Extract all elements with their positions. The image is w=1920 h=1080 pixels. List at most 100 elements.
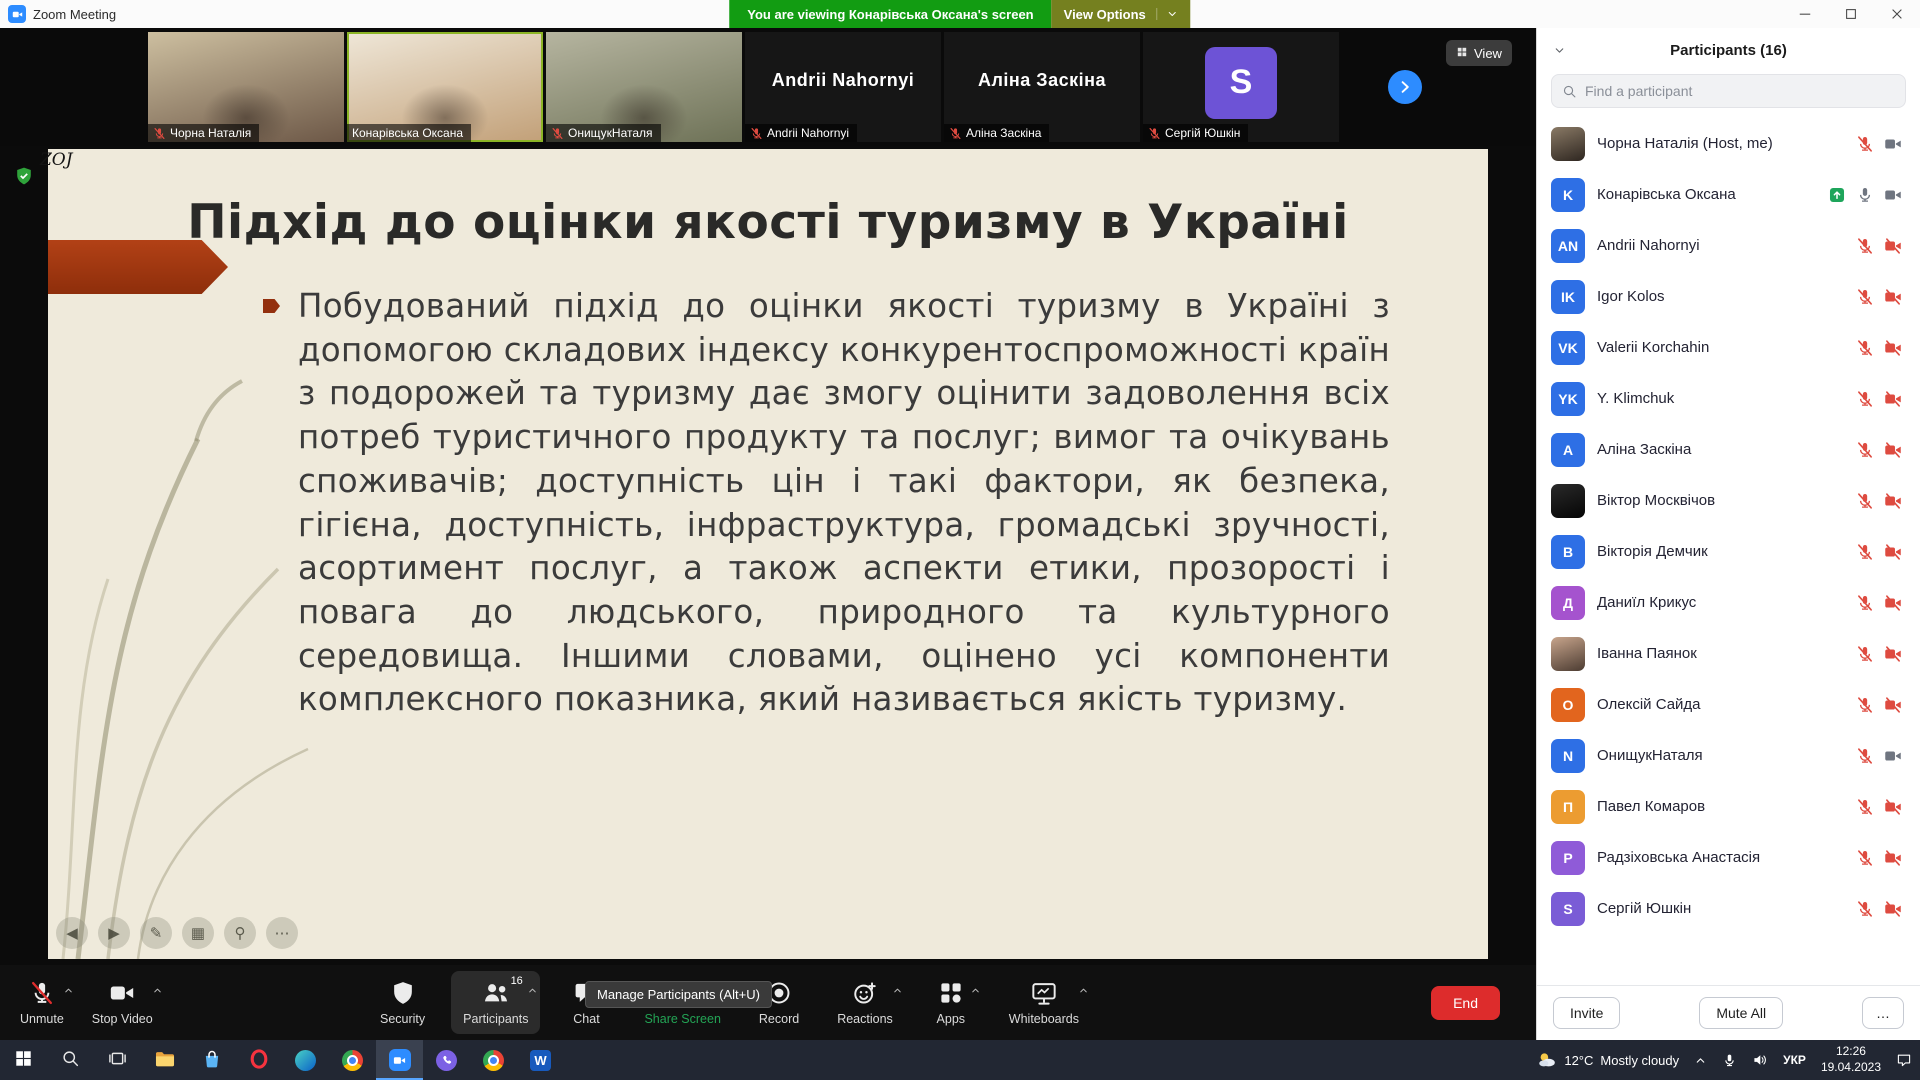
maximize-button[interactable] bbox=[1828, 0, 1874, 28]
weather-icon bbox=[1537, 1050, 1557, 1070]
video-tile[interactable]: Конарівська Оксана bbox=[347, 32, 543, 142]
taskbar-browser-button[interactable] bbox=[470, 1040, 517, 1080]
participant-status-icons bbox=[1856, 390, 1902, 408]
participant-avatar: S bbox=[1205, 47, 1277, 119]
participant-row[interactable]: ANAndrii Nahornyi bbox=[1537, 220, 1920, 271]
viewing-screen-banner-text: You are viewing Конарівська Оксана's scr… bbox=[729, 0, 1051, 28]
collapse-panel-chevron-icon[interactable] bbox=[1553, 44, 1566, 57]
weather-widget[interactable]: 12°C Mostly cloudy bbox=[1537, 1050, 1679, 1070]
search-input[interactable] bbox=[1585, 83, 1895, 99]
participant-search[interactable] bbox=[1551, 74, 1906, 108]
taskbar-file-explorer-button[interactable] bbox=[141, 1040, 188, 1080]
toolbar-stop-video-button[interactable]: Stop Video bbox=[80, 971, 165, 1034]
participant-row[interactable]: ДДаниїл Крикус bbox=[1537, 577, 1920, 628]
taskbar-chrome-button[interactable] bbox=[329, 1040, 376, 1080]
video-tile[interactable]: ОнищукНаталя bbox=[546, 32, 742, 142]
participant-name: Сергій Юшкін bbox=[1597, 900, 1844, 917]
chevron-up-icon[interactable] bbox=[152, 985, 163, 996]
participant-row[interactable]: AАліна Заскіна bbox=[1537, 424, 1920, 475]
toolbar-reactions-button[interactable]: Reactions bbox=[825, 971, 905, 1034]
taskbar-apps: W bbox=[0, 1040, 564, 1080]
presentation-control-draw[interactable]: ✎ bbox=[140, 917, 172, 949]
mic-muted-icon bbox=[1856, 594, 1874, 612]
whiteboard-icon bbox=[1031, 980, 1057, 1006]
participant-row[interactable]: PРадзіховська Анастасія bbox=[1537, 832, 1920, 883]
tray-speaker-icon[interactable] bbox=[1752, 1052, 1768, 1068]
tray-mic-icon[interactable] bbox=[1722, 1053, 1737, 1068]
chevron-up-icon[interactable] bbox=[63, 985, 74, 996]
toolbar-apps-button[interactable]: Apps bbox=[919, 971, 983, 1034]
toolbar-unmute-button[interactable]: Unmute bbox=[8, 971, 76, 1034]
video-tile[interactable]: Чорна Наталія bbox=[148, 32, 344, 142]
view-button-label: View bbox=[1474, 46, 1502, 61]
participant-row[interactable]: Віктор Москвічов bbox=[1537, 475, 1920, 526]
participant-avatar bbox=[1551, 127, 1585, 161]
participant-avatar: B bbox=[1551, 535, 1585, 569]
invite-button[interactable]: Invite bbox=[1553, 997, 1620, 1029]
participant-row[interactable]: VKValerii Korchahin bbox=[1537, 322, 1920, 373]
participant-row[interactable]: Іванна Паянок bbox=[1537, 628, 1920, 679]
presentation-control-slides[interactable]: ▦ bbox=[182, 917, 214, 949]
close-button[interactable] bbox=[1874, 0, 1920, 28]
participant-row[interactable]: BВікторія Демчик bbox=[1537, 526, 1920, 577]
participant-row[interactable]: ППавел Комаров bbox=[1537, 781, 1920, 832]
taskbar-store-button[interactable] bbox=[188, 1040, 235, 1080]
end-meeting-button[interactable]: End bbox=[1431, 986, 1500, 1020]
view-button[interactable]: View bbox=[1446, 40, 1512, 66]
taskbar-viber-button[interactable] bbox=[423, 1040, 470, 1080]
next-videos-button[interactable] bbox=[1388, 70, 1422, 104]
taskbar-task-view-button[interactable] bbox=[94, 1040, 141, 1080]
taskbar-search-button[interactable] bbox=[47, 1040, 94, 1080]
taskbar-word-button[interactable]: W bbox=[517, 1040, 564, 1080]
participant-row[interactable]: KКонарівська Оксана bbox=[1537, 169, 1920, 220]
chevron-up-icon[interactable] bbox=[1078, 985, 1089, 996]
toolbar-label: Record bbox=[759, 1012, 799, 1026]
presentation-control-previous[interactable]: ◀ bbox=[56, 917, 88, 949]
video-tile[interactable]: Andrii NahornyiAndrii Nahornyi bbox=[745, 32, 941, 142]
toolbar-left-cluster: UnmuteStop Video bbox=[8, 965, 165, 1040]
camera-off-icon bbox=[1884, 492, 1902, 510]
presentation-control-more[interactable]: ⋯ bbox=[266, 917, 298, 949]
hidden-icons-chevron-icon[interactable] bbox=[1694, 1054, 1707, 1067]
participant-avatar: AN bbox=[1551, 229, 1585, 263]
toolbar-participants-button[interactable]: 16Participants bbox=[451, 971, 540, 1034]
mic-muted-icon bbox=[1856, 798, 1874, 816]
taskbar-zoom-button[interactable] bbox=[376, 1040, 423, 1080]
presentation-control-zoom[interactable]: ⚲ bbox=[224, 917, 256, 949]
toolbar-whiteboards-button[interactable]: Whiteboards bbox=[997, 971, 1091, 1034]
mute-all-button[interactable]: Mute All bbox=[1699, 997, 1783, 1029]
participant-status-icons bbox=[1856, 441, 1902, 459]
file-explorer-icon bbox=[154, 1048, 176, 1073]
minimize-button[interactable] bbox=[1782, 0, 1828, 28]
chevron-up-icon[interactable] bbox=[527, 985, 538, 996]
tooltip: Manage Participants (Alt+U) bbox=[585, 981, 772, 1008]
participant-row[interactable]: NОнищукНаталя bbox=[1537, 730, 1920, 781]
taskbar-edge-button[interactable] bbox=[282, 1040, 329, 1080]
video-tile[interactable]: SСергій Юшкін bbox=[1143, 32, 1339, 142]
taskbar-opera-button[interactable] bbox=[235, 1040, 282, 1080]
chevron-up-icon[interactable] bbox=[892, 985, 903, 996]
clock[interactable]: 12:26 19.04.2023 bbox=[1821, 1044, 1881, 1075]
taskbar-start-button[interactable] bbox=[0, 1040, 47, 1080]
mic-muted-icon bbox=[750, 127, 763, 140]
participant-row[interactable]: SСергій Юшкін bbox=[1537, 883, 1920, 934]
participant-row[interactable]: Чорна Наталія (Host, me) bbox=[1537, 118, 1920, 169]
view-options-label: View Options bbox=[1064, 7, 1146, 22]
view-options-button[interactable]: View Options bbox=[1052, 0, 1191, 28]
video-tile[interactable]: Аліна ЗаскінаАліна Заскіна bbox=[944, 32, 1140, 142]
presentation-control-play[interactable]: ▶ bbox=[98, 917, 130, 949]
notification-center-icon[interactable] bbox=[1896, 1052, 1912, 1068]
more-options-button[interactable]: … bbox=[1862, 997, 1904, 1029]
participant-row[interactable]: OОлексій Сайда bbox=[1537, 679, 1920, 730]
viber-icon bbox=[436, 1050, 457, 1071]
participant-row[interactable]: IKIgor Kolos bbox=[1537, 271, 1920, 322]
titlebar-left: Zoom Meeting bbox=[0, 5, 116, 23]
language-indicator[interactable]: УКР bbox=[1783, 1053, 1806, 1067]
camera-off-icon bbox=[1884, 339, 1902, 357]
camera-off-icon bbox=[1884, 645, 1902, 663]
participant-row[interactable]: YKY. Klimchuk bbox=[1537, 373, 1920, 424]
toolbar-security-button[interactable]: Security bbox=[368, 971, 437, 1034]
chevron-up-icon[interactable] bbox=[970, 985, 981, 996]
window-title: Zoom Meeting bbox=[33, 7, 116, 22]
camera-off-icon bbox=[1884, 798, 1902, 816]
